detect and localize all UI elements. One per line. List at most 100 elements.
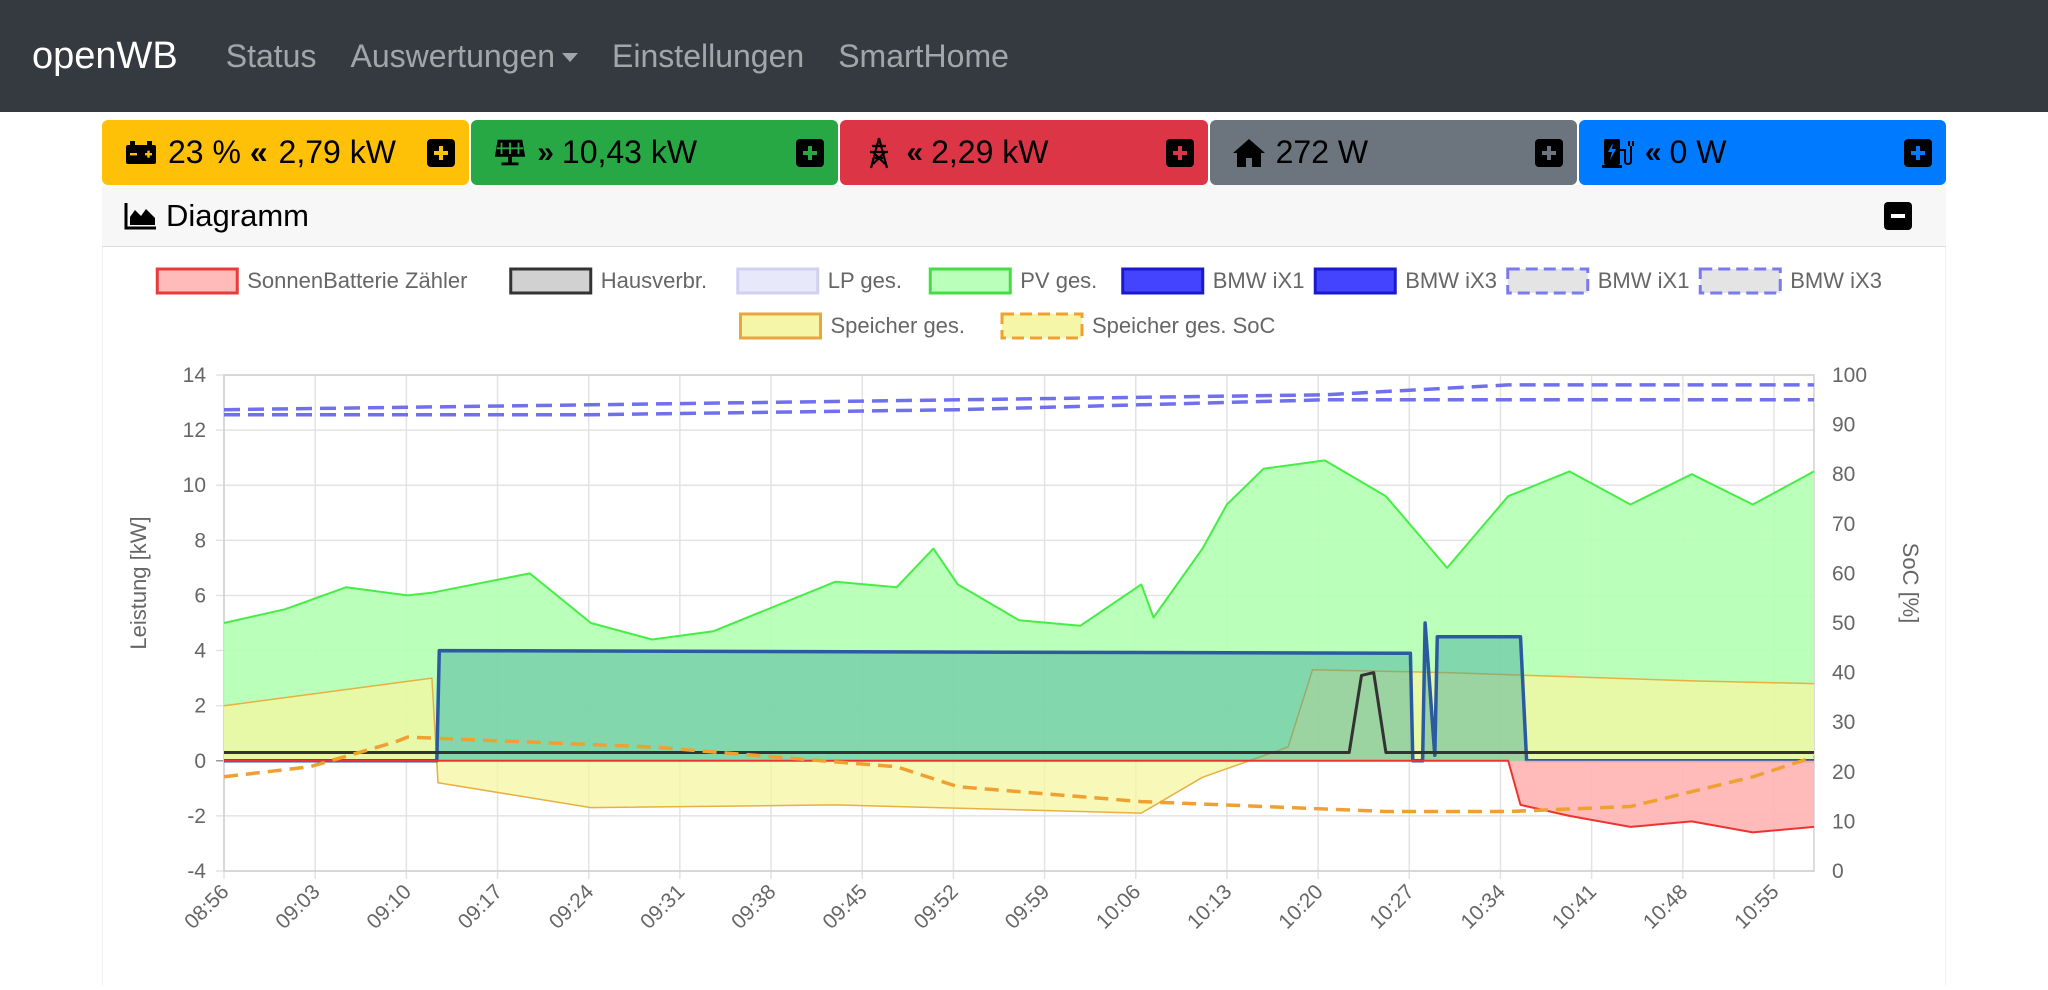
- y-tick-left: 8: [194, 529, 206, 552]
- legend-item-4: BMW iX1: [1121, 267, 1305, 295]
- legend-label: Speicher ges. SoC: [1092, 313, 1276, 338]
- x-tick-label: 09:24: [545, 880, 599, 934]
- house-value: 272 W: [1275, 134, 1369, 170]
- brand-logo[interactable]: openWB: [32, 35, 178, 78]
- minus-icon[interactable]: [1884, 202, 1912, 230]
- nav-auswertungen[interactable]: Auswertungen: [350, 37, 579, 75]
- x-tick-label: 10:27: [1365, 880, 1418, 933]
- expand-battery-button[interactable]: [427, 138, 456, 167]
- y-tick-right: 10: [1832, 810, 1855, 833]
- legend-label: Speicher ges.: [831, 313, 966, 338]
- y-tick-left: 0: [194, 750, 206, 773]
- x-tick-label: 09:52: [910, 880, 963, 933]
- nav-auswertungen-label: Auswertungen: [350, 37, 556, 74]
- expand-house-button[interactable]: [1534, 138, 1563, 167]
- legend-item-3: PV ges.: [928, 267, 1097, 295]
- y-tick-left: 6: [194, 584, 206, 607]
- legend-label: BMW iX1: [1213, 268, 1305, 293]
- solar-panel-icon: [493, 136, 527, 170]
- legend-label: BMW iX3: [1790, 268, 1882, 293]
- y-tick-right: 100: [1832, 364, 1867, 387]
- legend-swatch: [1506, 267, 1590, 295]
- status-tiles: 23 % « 2,79 kW » 10,43 kW « 2,29 kW 272 …: [102, 120, 1947, 185]
- legend-swatch: [1698, 267, 1782, 295]
- legend-item-5: BMW iX3: [1313, 267, 1497, 295]
- battery-value: 23 % « 2,79 kW: [168, 134, 396, 170]
- tile-pv[interactable]: » 10,43 kW: [471, 120, 839, 185]
- home-icon: [1232, 136, 1266, 170]
- expand-charging-button[interactable]: [1904, 138, 1933, 167]
- power-tower-icon: [862, 136, 896, 170]
- nav-smarthome[interactable]: SmartHome: [838, 38, 1009, 75]
- battery-icon: [124, 136, 158, 170]
- legend-label: SonnenBatterie Zähler: [247, 268, 467, 293]
- legend-swatch: [1313, 267, 1397, 295]
- y-tick-right: 40: [1832, 662, 1855, 685]
- legend-swatch: [1000, 312, 1084, 340]
- nav-status[interactable]: Status: [226, 38, 317, 75]
- x-tick-label: 09:03: [271, 880, 324, 933]
- x-tick-label: 10:48: [1639, 880, 1692, 933]
- y-tick-left: 2: [194, 695, 206, 718]
- power-chart[interactable]: SonnenBatterie Zähler Hausverbr. LP ges. PV…: [103, 247, 1947, 985]
- y-tick-right: 60: [1832, 562, 1855, 585]
- x-tick-label: 09:59: [1001, 880, 1054, 933]
- y-axis-label-right: SoC [%]: [1898, 543, 1923, 624]
- legend-swatch: [509, 267, 593, 295]
- legend-label: PV ges.: [1020, 268, 1097, 293]
- y-tick-left: 10: [183, 474, 206, 497]
- y-axis-label-left: Leistung [kW]: [126, 516, 151, 649]
- legend-swatch: [739, 312, 822, 340]
- x-tick-label: 10:20: [1274, 880, 1327, 933]
- legend-item-1: Hausverbr.: [509, 267, 707, 295]
- y-tick-left: 12: [183, 419, 206, 442]
- legend-label: LP ges.: [828, 268, 902, 293]
- y-tick-left: -4: [187, 860, 206, 883]
- series-line-6: [223, 383, 1814, 412]
- tile-battery[interactable]: 23 % « 2,79 kW: [102, 120, 470, 185]
- legend-swatch: [736, 267, 820, 295]
- series-line-7: [224, 398, 1814, 417]
- x-tick-label: 09:10: [362, 880, 415, 933]
- x-tick-label: 09:38: [727, 880, 780, 933]
- legend-label: BMW iX3: [1405, 268, 1497, 293]
- x-tick-label: 10:06: [1092, 880, 1145, 933]
- x-tick-label: 09:31: [636, 880, 689, 933]
- legend-label: Hausverbr.: [601, 268, 707, 293]
- diagram-header[interactable]: Diagramm: [102, 185, 1946, 247]
- tile-grid[interactable]: « 2,29 kW: [840, 120, 1208, 185]
- legend-label: BMW iX1: [1598, 268, 1690, 293]
- y-tick-right: 70: [1832, 513, 1855, 536]
- legend-swatch: [1121, 267, 1205, 295]
- x-tick-label: 10:55: [1730, 880, 1783, 933]
- charging-value: 0 W: [1669, 134, 1727, 170]
- navbar: openWB Status Auswertungen Einstellungen…: [0, 0, 2048, 112]
- y-tick-right: 50: [1832, 612, 1855, 635]
- legend-item-8: Speicher ges.: [739, 312, 966, 340]
- y-tick-right: 30: [1832, 711, 1855, 734]
- y-tick-right: 20: [1832, 761, 1855, 784]
- expand-grid-button[interactable]: [1165, 138, 1194, 167]
- pv-value: 10,43 kW: [561, 134, 698, 170]
- x-tick-label: 10:34: [1457, 880, 1511, 934]
- tile-house[interactable]: 272 W: [1209, 120, 1577, 185]
- y-tick-left: -2: [187, 805, 206, 828]
- nav-einstellungen[interactable]: Einstellungen: [612, 38, 804, 75]
- grid-value: 2,29 kW: [931, 134, 1049, 170]
- x-tick-label: 10:41: [1548, 880, 1601, 933]
- y-tick-left: 4: [194, 640, 206, 663]
- tile-charging[interactable]: « 0 W: [1578, 120, 1947, 185]
- legend-item-7: BMW iX3: [1698, 267, 1882, 295]
- caret-down-icon: [562, 52, 579, 62]
- y-tick-right: 90: [1832, 414, 1855, 437]
- y-tick-right: 80: [1832, 463, 1855, 486]
- x-tick-label: 08:56: [180, 880, 233, 933]
- x-tick-label: 10:13: [1183, 880, 1236, 933]
- legend-item-9: Speicher ges. SoC: [1000, 312, 1276, 340]
- charging-station-icon: [1601, 136, 1635, 170]
- x-tick-label: 09:17: [454, 880, 507, 933]
- area-chart-icon: [124, 201, 158, 231]
- diagram-body: SonnenBatterie Zähler Hausverbr. LP ges. PV…: [102, 247, 1946, 985]
- expand-pv-button[interactable]: [796, 138, 825, 167]
- x-tick-label: 09:45: [818, 880, 871, 933]
